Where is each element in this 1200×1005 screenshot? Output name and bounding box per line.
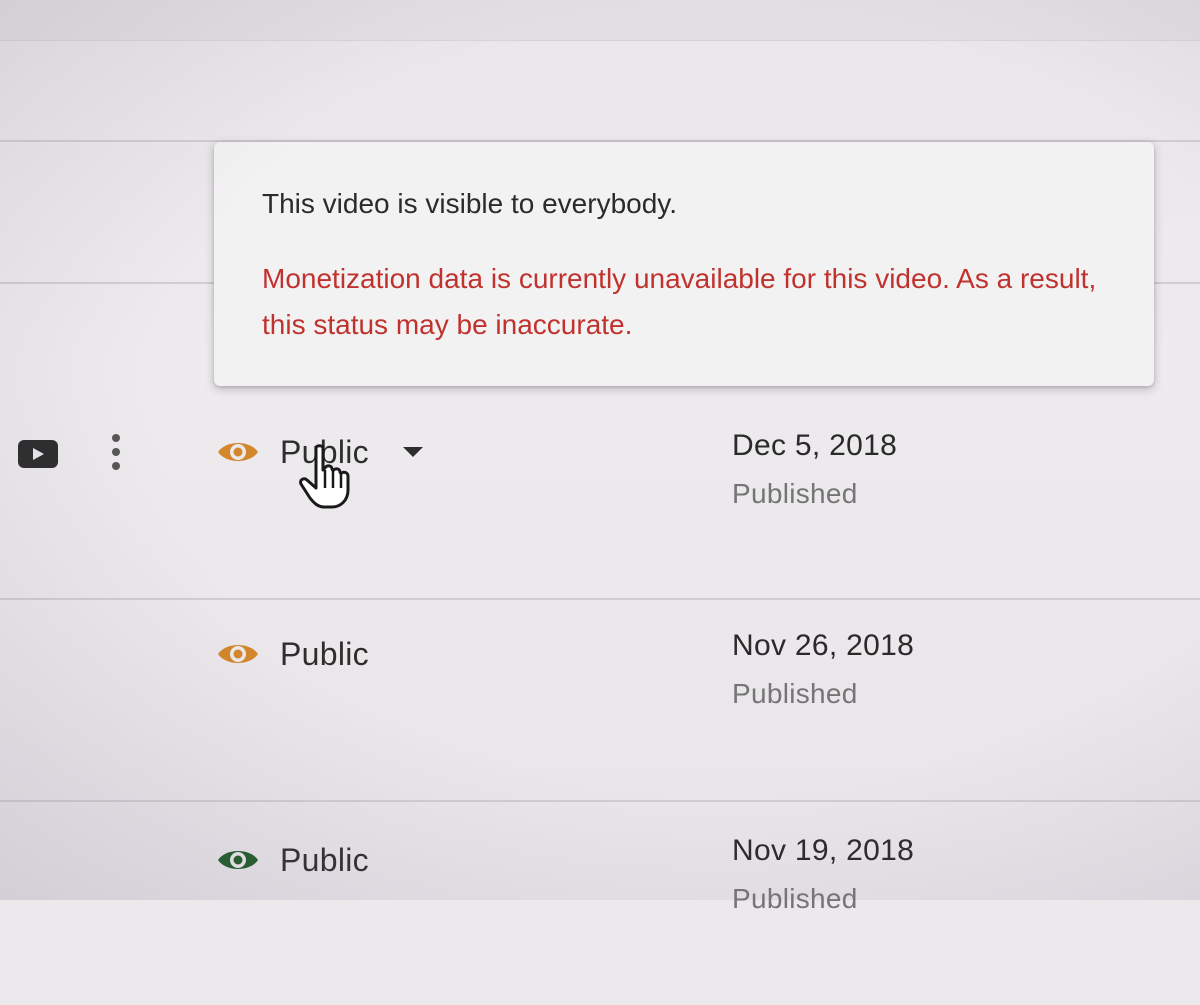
publish-status: Published bbox=[732, 478, 858, 509]
visibility-tooltip: This video is visible to everybody. Mone… bbox=[214, 142, 1154, 386]
play-icon bbox=[33, 448, 44, 460]
publish-date: Nov 19, 2018 bbox=[732, 834, 915, 867]
table-header bbox=[0, 0, 1200, 41]
eye-icon bbox=[218, 851, 258, 869]
publish-date: Nov 26, 2018 bbox=[732, 629, 915, 662]
row-divider bbox=[0, 800, 1200, 802]
tooltip-visibility-text: This video is visible to everybody. bbox=[262, 188, 677, 219]
publish-status: Published bbox=[732, 678, 858, 709]
video-row[interactable]: Public Dec 5, 2018 Published bbox=[0, 400, 1200, 600]
visibility-selector[interactable]: Public bbox=[216, 840, 369, 880]
date-column: Nov 19, 2018 Published bbox=[732, 833, 914, 917]
eye-icon bbox=[218, 443, 258, 461]
date-column: Dec 5, 2018 Published bbox=[732, 428, 897, 512]
youtube-icon[interactable] bbox=[18, 440, 58, 468]
visibility-selector[interactable]: Public bbox=[216, 634, 369, 674]
hand-cursor-icon bbox=[299, 444, 350, 509]
video-row[interactable]: Public Nov 19, 2018 Published bbox=[0, 805, 1200, 1005]
more-options-icon[interactable] bbox=[108, 434, 124, 472]
tooltip-monetization-warning: Monetization data is currently unavailab… bbox=[262, 263, 1097, 340]
dropdown-caret-icon[interactable] bbox=[402, 447, 423, 457]
eye-icon bbox=[218, 645, 258, 663]
publish-status: Published bbox=[732, 883, 858, 914]
publish-date: Dec 5, 2018 bbox=[732, 429, 898, 462]
visibility-label: Public bbox=[280, 841, 369, 878]
video-list-screen: Public Dec 5, 2018 Published Public Nov … bbox=[0, 0, 1200, 914]
date-column: Nov 26, 2018 Published bbox=[732, 628, 914, 712]
video-row[interactable]: Public Nov 26, 2018 Published bbox=[0, 600, 1200, 800]
visibility-label: Public bbox=[280, 635, 369, 672]
